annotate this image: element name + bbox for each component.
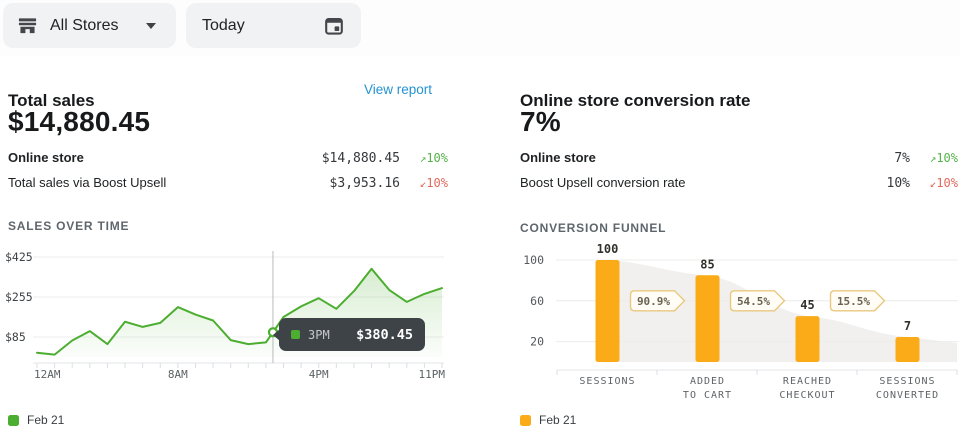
view-report-link[interactable]: View report bbox=[364, 82, 432, 97]
category-label: REACHED bbox=[783, 376, 832, 387]
change-indicator-down: ↙10% bbox=[910, 176, 958, 190]
change-indicator-down: ↙10% bbox=[400, 176, 448, 190]
y-axis-label: $85 bbox=[5, 330, 26, 344]
conversion-rate-value: 7% bbox=[520, 106, 561, 138]
calendar-icon bbox=[323, 15, 345, 37]
x-axis-label: 11PM bbox=[419, 368, 446, 381]
funnel-bar[interactable] bbox=[596, 260, 620, 362]
sales-over-time-heading: SALES OVER TIME bbox=[8, 219, 129, 233]
legend-label: Feb 21 bbox=[539, 413, 576, 427]
analytics-dashboard: All Stores Today Total sales View report… bbox=[0, 0, 960, 431]
metric-label: Boost Upsell conversion rate bbox=[520, 175, 887, 190]
sales-legend: Feb 21 bbox=[8, 413, 64, 427]
bar-value-label: 45 bbox=[800, 298, 814, 312]
funnel-bar[interactable] bbox=[696, 275, 720, 362]
store-selector-label: All Stores bbox=[50, 17, 118, 35]
x-axis-label: 12AM bbox=[34, 368, 61, 381]
category-label: CHECKOUT bbox=[779, 390, 835, 401]
metric-row-online-store-rate: Online store 7% ↗10% bbox=[520, 150, 958, 175]
metric-value: 10% bbox=[887, 176, 910, 191]
bar-value-label: 100 bbox=[597, 242, 619, 256]
category-label: TO CART bbox=[683, 390, 732, 401]
metric-label: Total sales via Boost Upsell bbox=[8, 175, 330, 190]
funnel-bar[interactable] bbox=[796, 316, 820, 362]
bar-value-label: 7 bbox=[904, 319, 911, 333]
metric-value: $3,953.16 bbox=[330, 176, 400, 191]
store-selector-button[interactable]: All Stores bbox=[3, 3, 176, 48]
funnel-bar[interactable] bbox=[896, 337, 920, 362]
date-selector-button[interactable]: Today bbox=[186, 3, 361, 48]
step-rate-label: 54.5% bbox=[737, 295, 770, 308]
total-sales-metrics: Online store $14,880.45 ↗10% Total sales… bbox=[8, 150, 448, 200]
change-indicator-up: ↗10% bbox=[400, 151, 448, 165]
y-axis-label: $255 bbox=[5, 290, 33, 304]
y-axis-label: 100 bbox=[523, 253, 544, 267]
metric-row-boost-upsell-rate: Boost Upsell conversion rate 10% ↙10% bbox=[520, 175, 958, 200]
tooltip-time: 3PM bbox=[308, 328, 356, 342]
metric-value: 7% bbox=[894, 151, 910, 166]
metric-label: Online store bbox=[8, 150, 322, 165]
conversion-funnel-chart: 100 60 20 100 SESSIONS 85 ADDED TO CART 45 REACHE… bbox=[516, 240, 960, 410]
tooltip-value: $380.45 bbox=[356, 327, 413, 343]
date-selector-label: Today bbox=[202, 17, 245, 35]
category-label: ADDED bbox=[690, 376, 725, 387]
sales-line-chart-svg: $425 $255 $85 12AM 8AM 4PM 11PM bbox=[0, 244, 448, 386]
funnel-legend: Feb 21 bbox=[520, 413, 576, 427]
store-icon bbox=[17, 15, 38, 36]
category-label: CONVERTED bbox=[876, 390, 939, 401]
funnel-bar-chart-svg: 100 60 20 100 SESSIONS 85 ADDED TO CART 45 REACHE… bbox=[516, 240, 960, 410]
x-axis-label: 8AM bbox=[168, 368, 188, 381]
chevron-down-icon bbox=[146, 23, 156, 29]
sales-over-time-chart: $425 $255 $85 12AM 8AM 4PM 11PM 3PM $380.45 bbox=[0, 244, 448, 386]
bar-value-label: 85 bbox=[700, 257, 714, 271]
category-label: SESSIONS bbox=[579, 376, 635, 387]
metric-row-online-store: Online store $14,880.45 ↗10% bbox=[8, 150, 448, 175]
chart-tooltip: 3PM $380.45 bbox=[279, 318, 425, 351]
category-label: SESSIONS bbox=[879, 376, 935, 387]
x-axis-label: 4PM bbox=[309, 368, 329, 381]
metric-value: $14,880.45 bbox=[322, 151, 400, 166]
conversion-metrics: Online store 7% ↗10% Boost Upsell conver… bbox=[520, 150, 958, 200]
legend-swatch-orange bbox=[520, 415, 531, 426]
tooltip-series-swatch bbox=[291, 330, 300, 339]
total-sales-value: $14,880.45 bbox=[8, 106, 150, 138]
legend-swatch-green bbox=[8, 415, 19, 426]
y-axis-label: $425 bbox=[5, 250, 33, 264]
step-rate-label: 90.9% bbox=[637, 295, 670, 308]
metric-label: Online store bbox=[520, 150, 894, 165]
step-rate-label: 15.5% bbox=[837, 295, 870, 308]
y-axis-label: 60 bbox=[530, 294, 544, 308]
metric-row-boost-upsell: Total sales via Boost Upsell $3,953.16 ↙… bbox=[8, 175, 448, 200]
legend-label: Feb 21 bbox=[27, 413, 64, 427]
topbar: All Stores Today bbox=[0, 0, 960, 56]
change-indicator-up: ↗10% bbox=[910, 151, 958, 165]
y-axis-label: 20 bbox=[530, 335, 544, 349]
conversion-funnel-heading: CONVERSION FUNNEL bbox=[520, 221, 666, 235]
